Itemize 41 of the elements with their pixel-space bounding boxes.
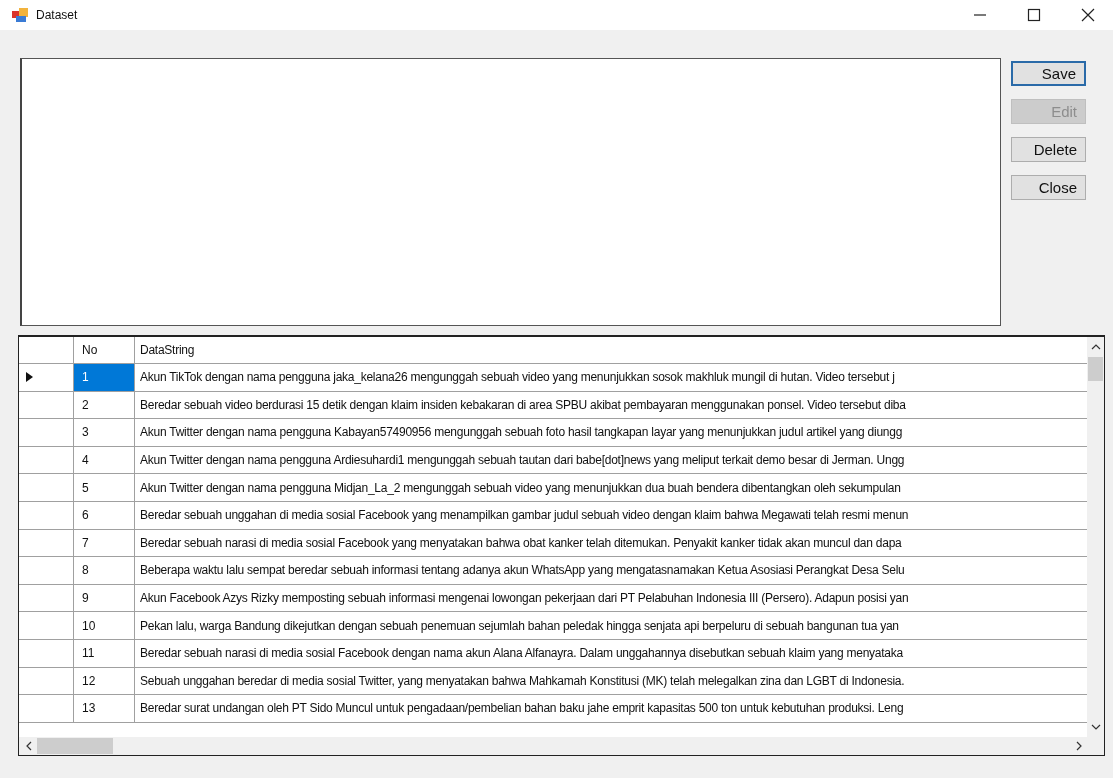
table-cell[interactable]: 3 [74,419,135,446]
window-title: Dataset [36,8,78,22]
scroll-up-icon[interactable] [1090,343,1101,351]
table-cell[interactable]: Beredar sebuah unggahan di media sosial Facebook yang menampilkan gambar judul sebuah video dengan klaim bahwa Megawati telah resmi menun [135,501,1087,529]
column-header[interactable]: DataString [135,337,1087,363]
table-cell[interactable]: 4 [74,446,135,474]
table-cell[interactable]: Akun Twitter dengan nama pengguna Midjan_La_2 mengunggah sebuah video yang menunjukkan dua buah bendera dibentangkan oleh sekumpulan [135,474,1087,501]
scroll-right-icon[interactable] [1075,741,1083,751]
table-cell[interactable]: Akun Twitter dengan nama pengguna Kabayan57490956 mengunggah sebuah foto hasil tangkapan layar yang menunjukkan judul artikel yang diungg [135,419,1087,446]
table-cell[interactable]: 1 [74,364,135,391]
column-header[interactable]: No [74,337,135,363]
action-button[interactable]: Save [1011,61,1086,86]
table-cell[interactable]: Beredar sebuah narasi di media sosial Facebook dengan nama akun Alana Alfanayra. Dalam unggahannya disebutkan sebuah klaim yang menyataka [135,639,1087,667]
action-button[interactable]: Delete [1011,137,1086,162]
table-cell[interactable]: 12 [74,667,135,695]
table-cell[interactable]: 5 [74,474,135,501]
scroll-down-icon[interactable] [1090,723,1101,731]
table-cell[interactable]: Akun Twitter dengan nama pengguna Ardiesuhardi1 mengunggah sebuah tautan dari babe[dot]news yang meliput terkait demo besar di Jerman. Ungg [135,446,1087,474]
maximize-icon[interactable] [1027,8,1041,22]
table-cell[interactable]: Beredar sebuah narasi di media sosial Facebook yang menyatakan bahwa obat kanker telah ditemukan. Penyakit kanker tidak akan muncul dan dapa [135,529,1087,557]
table-cell[interactable]: Beredar surat undangan oleh PT Sido Muncul untuk pengadaan/pembelian bahan baku jahe emprit kapasitas 500 ton untuk kebutuhan produksi. Leng [135,695,1087,722]
table-cell[interactable]: 7 [74,529,135,557]
table-cell[interactable]: 13 [74,695,135,722]
table-cell[interactable]: Akun TikTok dengan nama pengguna jaka_kelana26 mengunggah sebuah video yang menunjukkan sosok makhluk mungil di hutan. Video tersebut j [135,364,1087,391]
table-cell[interactable]: Akun Facebook Azys Rizky memposting sebuah informasi mengenai lowongan pekerjaan dari PT Pelabuhan Indonesia III (Persero). Adapun posisi yan [135,584,1087,612]
table-cell[interactable]: Beredar sebuah video berdurasi 15 detik dengan klaim insiden kebakaran di area SPBU akibat pembayaran menggunakan ponsel. Video tersebut diba [135,391,1087,419]
scroll-left-icon[interactable] [25,741,33,751]
table-cell[interactable]: 8 [74,557,135,584]
table-cell[interactable]: Beberapa waktu lalu sempat beredar sebuah informasi tentang adanya akun WhatsApp yang mengatasnamakan Ketua Asosiasi Perangkat Desa Selu [135,557,1087,584]
table-cell[interactable]: Sebuah unggahan beredar di media sosial Twitter, yang menyatakan bahwa Mahkamah Konstitusi (MK) telah melegalkan zina dan LGBT di Indonesia. [135,667,1087,695]
action-button[interactable]: Close [1011,175,1086,200]
scrollbar-thumb[interactable] [1088,357,1103,381]
close-icon[interactable] [1081,8,1095,22]
table-cell[interactable]: 6 [74,501,135,529]
table-cell[interactable]: Pekan lalu, warga Bandung dikejutkan dengan sebuah penemuan sejumlah bahan peledak hingga senjata api berpeluru di sebuah bangunan tua yan [135,612,1087,639]
table-cell[interactable]: 11 [74,639,135,667]
app-icon [12,8,28,22]
scrollbar-thumb[interactable] [37,738,113,754]
table-cell[interactable]: 9 [74,584,135,612]
table-cell[interactable]: 10 [74,612,135,639]
table-cell[interactable]: 2 [74,391,135,419]
